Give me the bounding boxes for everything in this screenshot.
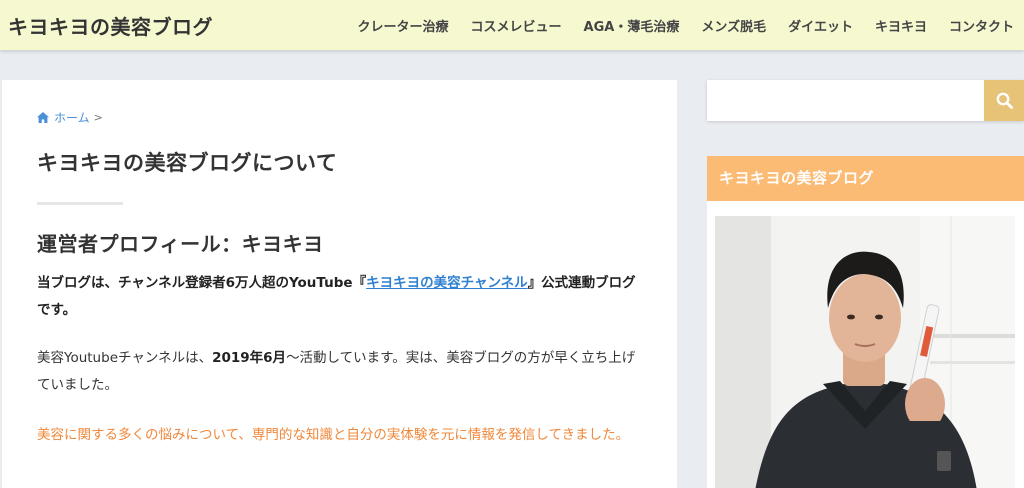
main-content: ホーム > キヨキヨの美容ブログについて 運営者プロフィール：キヨキヨ 当ブログ… [2,80,677,488]
chevron-right-icon: > [93,111,103,124]
profile-heading: 運営者プロフィール：キヨキヨ [37,232,324,256]
nav-item-cosme-review[interactable]: コスメレビュー [471,16,562,35]
search-icon [996,92,1013,109]
person-photo-illustration [715,216,1015,488]
site-title[interactable]: キヨキヨの美容ブログ [8,11,213,40]
breadcrumb: ホーム > [37,109,103,126]
profile-photo [715,216,1015,488]
home-icon [37,112,49,123]
site-header: キヨキヨの美容ブログ クレーター治療 コスメレビュー AGA・薄毛治療 メンズ脱… [0,0,1024,50]
nav-item-diet[interactable]: ダイエット [788,16,853,35]
youtube-channel-link[interactable]: キヨキヨの美容チャンネル [366,275,528,291]
profile-widget [707,201,1024,488]
search-input[interactable] [707,80,984,121]
title-divider [37,202,123,205]
search-form [707,80,1024,121]
history-paragraph: 美容Youtubeチャンネルは、2019年6月〜活動しています。実は、美容ブログ… [37,345,647,399]
nav-item-contact[interactable]: コンタクト [949,16,1014,35]
intro-text-before: 当ブログは、チャンネル登録者6万人超のYouTube『 [37,275,367,291]
main-nav: クレーター治療 コスメレビュー AGA・薄毛治療 メンズ脱毛 ダイエット キヨキ… [336,0,1014,50]
history-text-before: 美容Youtubeチャンネルは、 [37,350,213,366]
breadcrumb-home-link[interactable]: ホーム [54,109,90,126]
nav-item-crater[interactable]: クレーター治療 [358,16,449,35]
intro-paragraph: 当ブログは、チャンネル登録者6万人超のYouTube『キヨキヨの美容チャンネル』… [37,270,647,324]
nav-item-aga[interactable]: AGA・薄毛治療 [584,16,680,35]
nav-item-kiyokiyo[interactable]: キヨキヨ [875,16,927,35]
search-button[interactable] [984,80,1024,121]
mission-paragraph: 美容に関する多くの悩みについて、専門的な知識と自分の実体験を元に情報を発信してき… [37,427,630,443]
nav-item-mens-epilation[interactable]: メンズ脱毛 [701,16,766,35]
history-date: 2019年6月 [212,350,287,366]
page-title: キヨキヨの美容ブログについて [37,151,338,175]
profile-widget-title: キヨキヨの美容ブログ [707,156,1024,201]
